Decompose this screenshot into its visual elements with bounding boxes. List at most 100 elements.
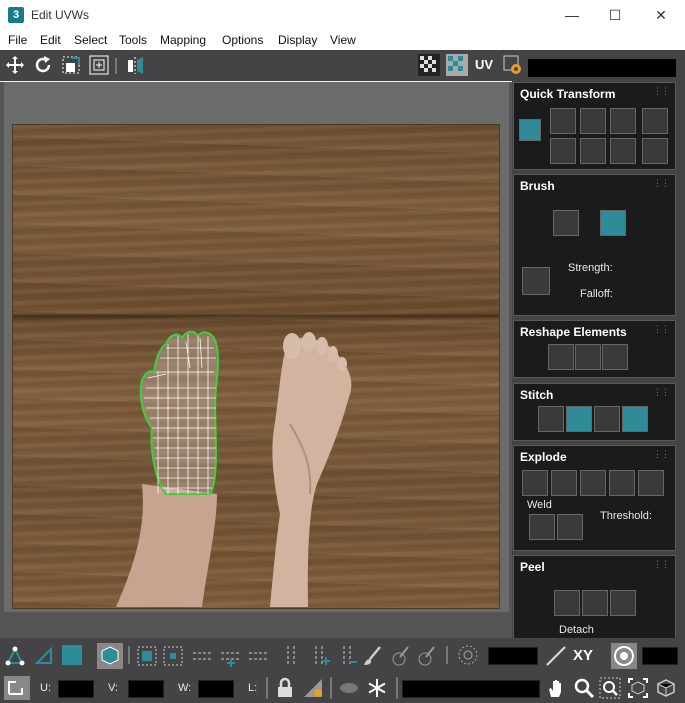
mirror-icon[interactable] bbox=[124, 54, 146, 76]
flatten-by-material-button[interactable] bbox=[609, 470, 635, 496]
shrink-loop-icon[interactable] bbox=[248, 645, 270, 667]
soft-selection-icon[interactable] bbox=[457, 644, 479, 666]
menu-view[interactable]: View bbox=[330, 33, 356, 47]
soft-selection-falloff-field[interactable] bbox=[488, 647, 538, 665]
stitch-to-source-button[interactable] bbox=[622, 406, 648, 432]
weld-all-selected-button[interactable] bbox=[557, 514, 583, 540]
rollout-grip-icon[interactable]: ⋮⋮ bbox=[653, 559, 670, 570]
edge-loop-icon[interactable] bbox=[192, 645, 214, 667]
zoom-region-icon[interactable] bbox=[599, 677, 621, 699]
paint-move-button[interactable] bbox=[553, 210, 579, 236]
rotate-cw-button[interactable] bbox=[610, 138, 636, 164]
freeform-icon[interactable] bbox=[88, 54, 110, 76]
peel-mode-button[interactable] bbox=[582, 590, 608, 616]
set-pivot-button[interactable] bbox=[519, 119, 541, 141]
align-horizontal-button[interactable] bbox=[550, 108, 576, 134]
u-coordinate-field[interactable] bbox=[58, 680, 94, 698]
relax-settings-button[interactable] bbox=[602, 344, 628, 370]
menu-edit[interactable]: Edit bbox=[40, 33, 61, 47]
selection-set-dropdown[interactable] bbox=[402, 680, 540, 698]
limit-soft-selection-icon[interactable] bbox=[611, 643, 637, 669]
hide-icon[interactable] bbox=[338, 677, 360, 699]
stitch-title[interactable]: Stitch bbox=[520, 388, 553, 402]
shrink-ring-icon[interactable] bbox=[336, 645, 358, 667]
face-select-icon[interactable] bbox=[62, 645, 82, 665]
zoom-extents-icon[interactable] bbox=[627, 677, 649, 699]
rollout-grip-icon[interactable]: ⋮⋮ bbox=[653, 387, 670, 398]
relax-button[interactable] bbox=[575, 344, 601, 370]
align-vertical-button[interactable] bbox=[550, 138, 576, 164]
grow-ring-icon[interactable] bbox=[308, 645, 330, 667]
menu-mapping[interactable]: Mapping bbox=[160, 33, 206, 47]
maximize-button[interactable]: ☐ bbox=[592, 0, 638, 30]
stitch-average-button[interactable] bbox=[594, 406, 620, 432]
menu-file[interactable]: File bbox=[8, 33, 27, 47]
weld-selected-button[interactable] bbox=[529, 514, 555, 540]
rollout-grip-icon[interactable]: ⋮⋮ bbox=[653, 178, 670, 189]
scale-icon[interactable] bbox=[60, 54, 82, 76]
reset-peel-button[interactable] bbox=[610, 590, 636, 616]
checker-pattern-icon[interactable] bbox=[418, 54, 440, 76]
falloff-space-label[interactable]: XY bbox=[573, 647, 593, 664]
rollout-grip-icon[interactable]: ⋮⋮ bbox=[653, 324, 670, 335]
align-to-edge-button[interactable] bbox=[580, 138, 606, 164]
break-button[interactable] bbox=[522, 470, 548, 496]
edge-distance-field[interactable] bbox=[642, 647, 678, 665]
menu-tools[interactable]: Tools bbox=[119, 33, 147, 47]
paint-relax-button[interactable] bbox=[600, 210, 626, 236]
explode-to-islands-button[interactable] bbox=[551, 470, 577, 496]
rollout-grip-icon[interactable]: ⋮⋮ bbox=[653, 449, 670, 460]
space-horizontal-button[interactable] bbox=[642, 108, 668, 134]
quick-peel-button[interactable] bbox=[554, 590, 580, 616]
lock-icon[interactable] bbox=[274, 677, 296, 699]
straighten-button[interactable] bbox=[548, 344, 574, 370]
falloff-type-icon[interactable] bbox=[545, 645, 567, 667]
grow-loop-icon[interactable] bbox=[220, 645, 242, 667]
explode-title[interactable]: Explode bbox=[520, 450, 567, 464]
menu-select[interactable]: Select bbox=[74, 33, 107, 47]
minimize-button[interactable]: — bbox=[549, 0, 595, 30]
falloff-curve-button[interactable] bbox=[522, 267, 550, 295]
edge-ring-icon[interactable] bbox=[280, 645, 302, 667]
grow-selection-icon[interactable] bbox=[136, 645, 158, 667]
zoom-icon[interactable] bbox=[573, 677, 595, 699]
space-vertical-button[interactable] bbox=[580, 108, 606, 134]
zoom-selected-icon[interactable] bbox=[655, 677, 677, 699]
vertex-select-icon[interactable] bbox=[4, 645, 26, 667]
peel-title[interactable]: Peel bbox=[520, 560, 545, 574]
close-button[interactable]: ✕ bbox=[638, 0, 684, 30]
toolbar-divider bbox=[396, 677, 398, 699]
rollout-grip-icon[interactable]: ⋮⋮ bbox=[653, 86, 670, 97]
quick-transform-title[interactable]: Quick Transform bbox=[520, 87, 615, 101]
filter-selected-faces-icon[interactable] bbox=[302, 677, 324, 699]
space-vertical-2-button[interactable] bbox=[642, 138, 668, 164]
w-coordinate-field[interactable] bbox=[198, 680, 234, 698]
flatten-by-smoothing-button[interactable] bbox=[638, 470, 664, 496]
uv-label[interactable]: UV bbox=[475, 57, 493, 72]
show-map-icon[interactable] bbox=[446, 54, 468, 76]
move-icon[interactable] bbox=[4, 54, 26, 76]
weld-label: Weld bbox=[527, 499, 552, 511]
paint-select-icon[interactable] bbox=[362, 645, 384, 667]
menu-display[interactable]: Display bbox=[278, 33, 317, 47]
rotate-icon[interactable] bbox=[32, 54, 54, 76]
edge-select-icon[interactable] bbox=[33, 645, 55, 667]
stitch-custom-button[interactable] bbox=[538, 406, 564, 432]
pan-hand-icon[interactable] bbox=[545, 677, 567, 699]
brush-title[interactable]: Brush bbox=[520, 179, 555, 193]
options-gear-icon[interactable] bbox=[502, 54, 524, 76]
enlarge-brush-icon[interactable] bbox=[390, 645, 412, 667]
stitch-to-target-button[interactable] bbox=[566, 406, 592, 432]
element-select-icon[interactable] bbox=[97, 643, 123, 669]
v-coordinate-field[interactable] bbox=[128, 680, 164, 698]
shrink-selection-icon[interactable] bbox=[162, 645, 184, 667]
rotate-ccw-button[interactable] bbox=[610, 108, 636, 134]
menu-options[interactable]: Options bbox=[222, 33, 263, 47]
toolbar-divider bbox=[446, 646, 448, 664]
freeze-snowflake-icon[interactable] bbox=[366, 677, 388, 699]
reshape-elements-title[interactable]: Reshape Elements bbox=[520, 325, 627, 339]
absolute-offset-icon[interactable] bbox=[4, 676, 30, 700]
texture-dropdown[interactable] bbox=[528, 59, 676, 77]
shrink-brush-icon[interactable] bbox=[416, 645, 438, 667]
flatten-by-polygon-button[interactable] bbox=[580, 470, 606, 496]
